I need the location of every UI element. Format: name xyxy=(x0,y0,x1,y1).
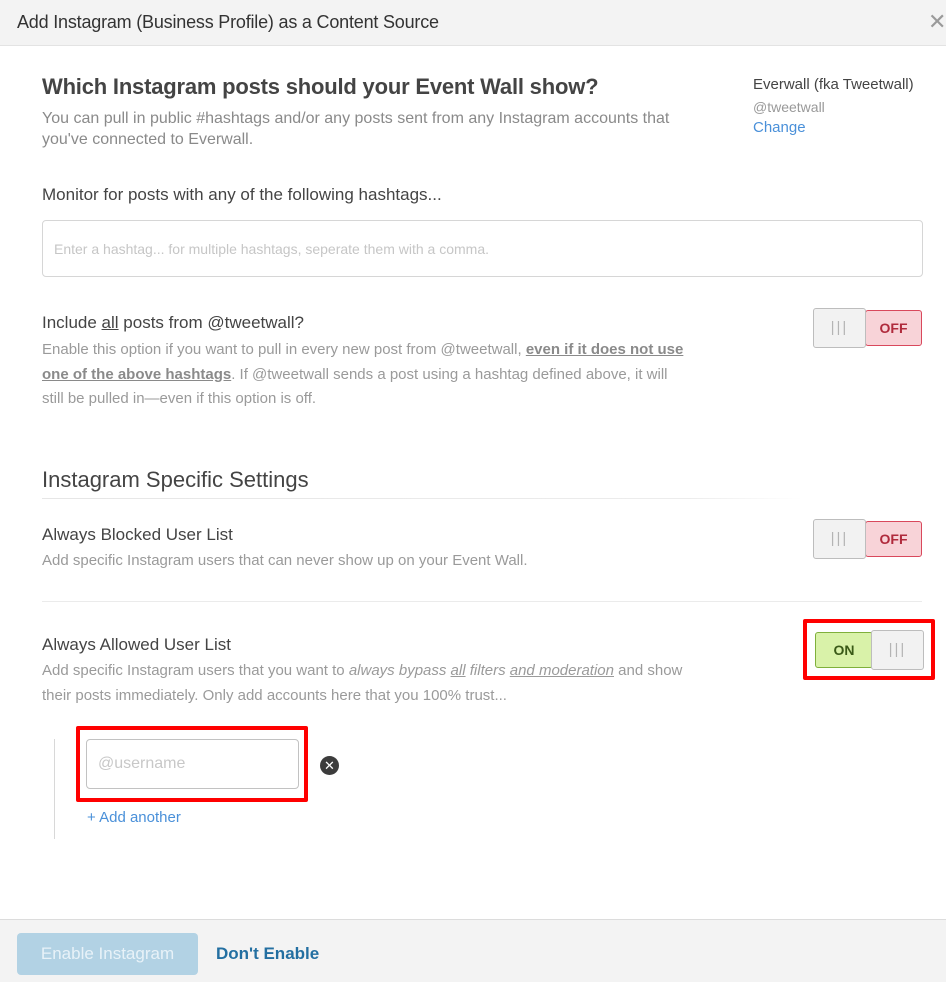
connected-account: Everwall (fka Tweetwall) @tweetwall Chan… xyxy=(753,75,943,138)
enable-instagram-button[interactable]: Enable Instagram xyxy=(17,933,198,975)
allowed-list-toggle[interactable]: ON ||| xyxy=(815,630,924,670)
toggle-handle-icon[interactable]: ||| xyxy=(813,308,866,348)
account-name: Everwall (fka Tweetwall) xyxy=(753,76,914,93)
include-all-title: Include all posts from @tweetwall? xyxy=(42,313,304,333)
add-another-link[interactable]: + Add another xyxy=(87,809,181,826)
change-account-link[interactable]: Change xyxy=(753,118,943,138)
blocked-list-description: Add specific Instagram users that can ne… xyxy=(42,552,528,569)
page-description: You can pull in public #hashtags and/or … xyxy=(42,110,670,148)
toggle-state-label: OFF xyxy=(865,521,922,557)
close-icon[interactable]: ✕ xyxy=(928,10,946,34)
include-all-title-prefix: Include xyxy=(42,313,102,332)
dont-enable-link[interactable]: Don't Enable xyxy=(216,944,319,964)
include-all-description: Enable this option if you want to pull i… xyxy=(42,338,692,412)
include-all-title-suffix: posts from @tweetwall? xyxy=(118,313,304,332)
allowed-desc-italic2: filters xyxy=(465,662,510,679)
section-divider xyxy=(42,498,802,499)
toggle-state-label: OFF xyxy=(865,310,922,346)
hashtag-label: Monitor for posts with any of the follow… xyxy=(42,185,442,204)
include-all-title-emph: all xyxy=(101,313,119,332)
toggle-state-label: ON xyxy=(815,632,873,668)
include-all-toggle[interactable]: ||| OFF xyxy=(813,308,922,348)
allowed-list-description: Add specific Instagram users that you wa… xyxy=(42,659,692,708)
blocked-list-title: Always Blocked User List xyxy=(42,525,233,544)
allowed-desc-part1: Add specific Instagram users that you wa… xyxy=(42,662,349,679)
page-title: Which Instagram posts should your Event … xyxy=(42,74,599,99)
user-list-bar xyxy=(54,739,55,839)
blocked-list-toggle[interactable]: ||| OFF xyxy=(813,519,922,559)
hashtag-input[interactable] xyxy=(42,220,923,277)
allowed-desc-italic1: always bypass xyxy=(348,662,451,679)
allowed-list-title: Always Allowed User List xyxy=(42,635,231,654)
dialog-title: Add Instagram (Business Profile) as a Co… xyxy=(17,12,439,32)
section-title: Instagram Specific Settings xyxy=(42,467,309,492)
row-divider xyxy=(42,601,922,602)
dialog-footer: Enable Instagram Don't Enable xyxy=(0,919,946,982)
username-input[interactable] xyxy=(86,739,299,789)
toggle-handle-icon[interactable]: ||| xyxy=(871,630,924,670)
allowed-desc-italic-u: all xyxy=(450,662,466,679)
remove-user-icon[interactable]: ✕ xyxy=(320,756,339,775)
include-all-desc-part1: Enable this option if you want to pull i… xyxy=(42,341,526,358)
account-handle: @tweetwall xyxy=(753,99,825,115)
allowed-desc-italic-u2: and moderation xyxy=(509,662,614,679)
toggle-handle-icon[interactable]: ||| xyxy=(813,519,866,559)
dialog-header: Add Instagram (Business Profile) as a Co… xyxy=(0,0,946,46)
